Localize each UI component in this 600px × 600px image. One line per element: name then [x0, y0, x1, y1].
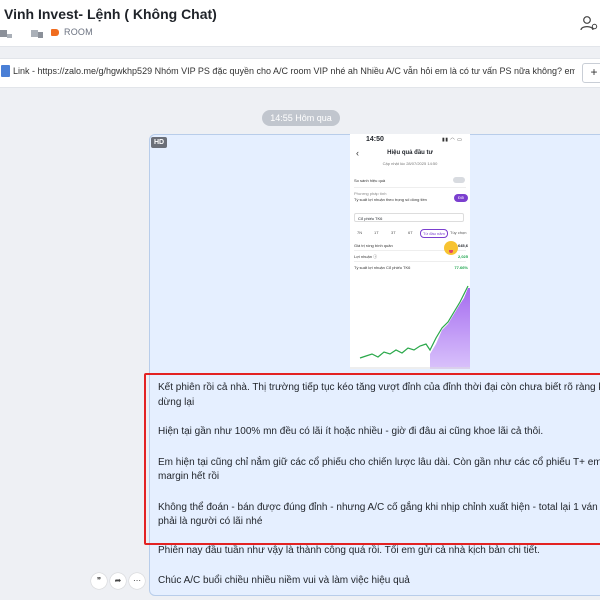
- phone-status-icons: ▮▮ ◠ ▭: [442, 137, 463, 143]
- period-tab-active: Từ đầu năm: [420, 229, 448, 238]
- period-tab: 6T: [408, 230, 413, 235]
- highlight-annotation: [144, 373, 600, 545]
- phone-screen-title: Hiệu quả đầu tư: [387, 150, 433, 156]
- phone-status-time: 14:50: [366, 136, 384, 143]
- message-text-line: Phiên nay đầu tuần như vậy là thành công…: [158, 545, 540, 556]
- pinned-message-bar[interactable]: Link - https://zalo.me/g/hgwkhp529 Nhóm …: [0, 58, 600, 88]
- more-icon[interactable]: ⋯: [129, 573, 145, 589]
- metric-value: 645,6: [457, 243, 468, 248]
- method-label: Phương pháp tính: [354, 191, 387, 196]
- room-label[interactable]: ROOM: [64, 27, 93, 37]
- divider: [354, 261, 466, 262]
- member-avatar-icon[interactable]: [7, 34, 12, 38]
- message-timestamp: 14:55 Hôm qua: [262, 110, 340, 126]
- message-text-line: Chúc A/C buổi chiều nhiều niềm vui và là…: [158, 575, 410, 586]
- pinned-message-text[interactable]: Link - https://zalo.me/g/hgwkhp529 Nhóm …: [13, 66, 575, 76]
- metric-value: 77.66%: [454, 265, 468, 270]
- attached-image[interactable]: 14:50 ▮▮ ◠ ▭ ‹ Hiệu quả đầu tư Cập nhật …: [350, 134, 470, 369]
- phone-updated-text: Cập nhật lúc 28/07/2025 14:50: [382, 161, 438, 166]
- chat-title[interactable]: Vinh Invest- Lệnh ( Không Chat): [4, 6, 217, 22]
- period-tab: 1T: [374, 230, 379, 235]
- metric-value: 2,025: [457, 254, 468, 259]
- period-tab: 3T: [391, 230, 396, 235]
- change-method-button: Đổi: [454, 194, 468, 202]
- pinned-expand-button[interactable]: +: [582, 63, 600, 83]
- member-avatar-icon[interactable]: [0, 30, 7, 37]
- link-file-icon: [1, 65, 10, 77]
- forward-icon[interactable]: ➦: [110, 573, 126, 589]
- chart-area: [430, 288, 470, 369]
- member-avatar-icon[interactable]: [31, 30, 38, 37]
- metric-label: Tỷ suất lợi nhuận Cổ phiếu TK6: [354, 265, 411, 270]
- method-value: Tỷ suất lợi nhuận theo trọng số dòng tiề…: [354, 197, 427, 202]
- hd-badge: HD: [151, 137, 167, 148]
- metric-label: Lợi nhuận ⓘ: [354, 254, 378, 259]
- smile-emoji-icon: [444, 241, 458, 255]
- member-avatar-icon[interactable]: [38, 32, 43, 38]
- compare-toggle: [453, 177, 465, 183]
- portfolio-select: Cổ phiếu TK6: [354, 213, 464, 222]
- period-tab: 7N: [357, 230, 363, 235]
- performance-chart: [350, 285, 470, 369]
- period-tab: Tùy chọn: [450, 230, 467, 235]
- room-tag-icon: [51, 29, 59, 36]
- compare-label: So sánh hiệu quả: [354, 178, 386, 183]
- user-settings-icon[interactable]: [580, 15, 598, 31]
- quote-icon[interactable]: ❞: [91, 573, 107, 589]
- chat-header: Vinh Invest- Lệnh ( Không Chat) ROOM: [0, 0, 600, 47]
- divider: [354, 187, 466, 188]
- metric-label: Giá trị ròng bình quân: [354, 243, 393, 248]
